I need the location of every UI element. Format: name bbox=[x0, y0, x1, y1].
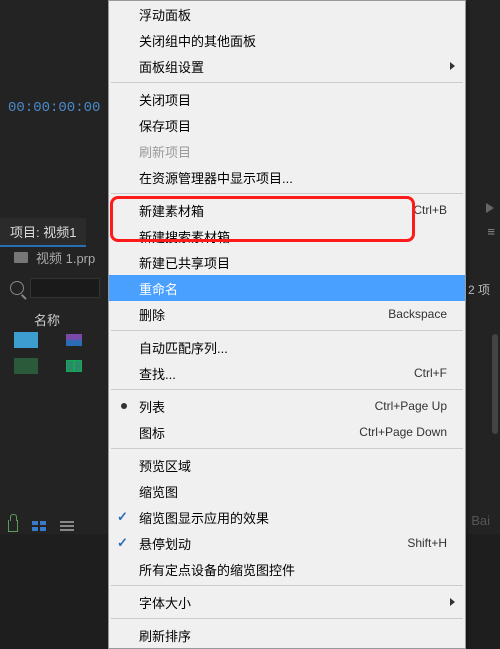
menu-icon-view[interactable]: 图标Ctrl+Page Down bbox=[109, 419, 465, 445]
panel-menu-icon[interactable]: ≡ bbox=[487, 224, 496, 239]
menu-close-project[interactable]: 关闭项目 bbox=[109, 86, 465, 112]
search-input[interactable] bbox=[30, 278, 100, 298]
menu-new-shared-project[interactable]: 新建已共享项目 bbox=[109, 249, 465, 275]
menu-save-project[interactable]: 保存项目 bbox=[109, 112, 465, 138]
menu-separator bbox=[111, 448, 463, 449]
menu-close-others[interactable]: 关闭组中的其他面板 bbox=[109, 27, 465, 53]
check-icon: ✓ bbox=[117, 535, 128, 551]
menu-thumb-effects[interactable]: ✓缩览图显示应用的效果 bbox=[109, 504, 465, 530]
context-menu: 浮动面板 关闭组中的其他面板 面板组设置 关闭项目 保存项目 刷新项目 在资源管… bbox=[108, 0, 466, 649]
chevron-right-icon bbox=[450, 598, 455, 606]
scrollbar[interactable] bbox=[492, 334, 498, 434]
menu-new-search-bin[interactable]: 新建搜索素材箱 bbox=[109, 223, 465, 249]
menu-find[interactable]: 查找...Ctrl+F bbox=[109, 360, 465, 386]
bullet-icon bbox=[121, 403, 127, 409]
column-header-name[interactable]: 名称 bbox=[34, 310, 60, 329]
menu-font-size[interactable]: 字体大小 bbox=[109, 589, 465, 615]
clip-type-icon bbox=[66, 334, 82, 346]
menu-reveal-explorer[interactable]: 在资源管理器中显示项目... bbox=[109, 164, 465, 190]
menu-separator bbox=[111, 330, 463, 331]
play-icon[interactable] bbox=[486, 203, 494, 213]
watermark: Bai bbox=[471, 513, 490, 528]
clip-thumbnail[interactable] bbox=[14, 358, 38, 374]
lock-icon[interactable] bbox=[8, 520, 18, 532]
menu-new-bin[interactable]: 新建素材箱Ctrl+B bbox=[109, 197, 465, 223]
menu-all-thumb-controls[interactable]: 所有定点设备的缩览图控件 bbox=[109, 556, 465, 582]
menu-refresh-project: 刷新项目 bbox=[109, 138, 465, 164]
search-icon[interactable] bbox=[10, 281, 24, 295]
icon-view-icon[interactable] bbox=[60, 521, 74, 531]
menu-separator bbox=[111, 585, 463, 586]
menu-separator bbox=[111, 82, 463, 83]
menu-rename[interactable]: 重命名 bbox=[109, 275, 465, 301]
menu-auto-match-seq[interactable]: 自动匹配序列... bbox=[109, 334, 465, 360]
items-count: 2 项 bbox=[468, 281, 490, 298]
list-view-icon[interactable] bbox=[32, 521, 46, 531]
menu-float-panel[interactable]: 浮动面板 bbox=[109, 1, 465, 27]
project-tab[interactable]: 项目: 视频1 bbox=[0, 218, 86, 247]
menu-list-view[interactable]: 列表Ctrl+Page Up bbox=[109, 393, 465, 419]
clip-thumbnail[interactable] bbox=[14, 332, 38, 348]
menu-preview-area[interactable]: 预览区域 bbox=[109, 452, 465, 478]
project-filename: 视频 1.prp bbox=[36, 248, 95, 267]
menu-separator bbox=[111, 618, 463, 619]
menu-separator bbox=[111, 193, 463, 194]
bin-icon bbox=[14, 252, 28, 263]
menu-delete[interactable]: 删除Backspace bbox=[109, 301, 465, 327]
timecode-label: 00:00:00:00 bbox=[8, 100, 100, 116]
check-icon: ✓ bbox=[117, 509, 128, 525]
chevron-right-icon bbox=[450, 62, 455, 70]
menu-separator bbox=[111, 389, 463, 390]
menu-refresh-sort[interactable]: 刷新排序 bbox=[109, 622, 465, 648]
clip-type-icon bbox=[66, 360, 82, 372]
menu-panel-settings[interactable]: 面板组设置 bbox=[109, 53, 465, 79]
menu-thumbnails[interactable]: 缩览图 bbox=[109, 478, 465, 504]
